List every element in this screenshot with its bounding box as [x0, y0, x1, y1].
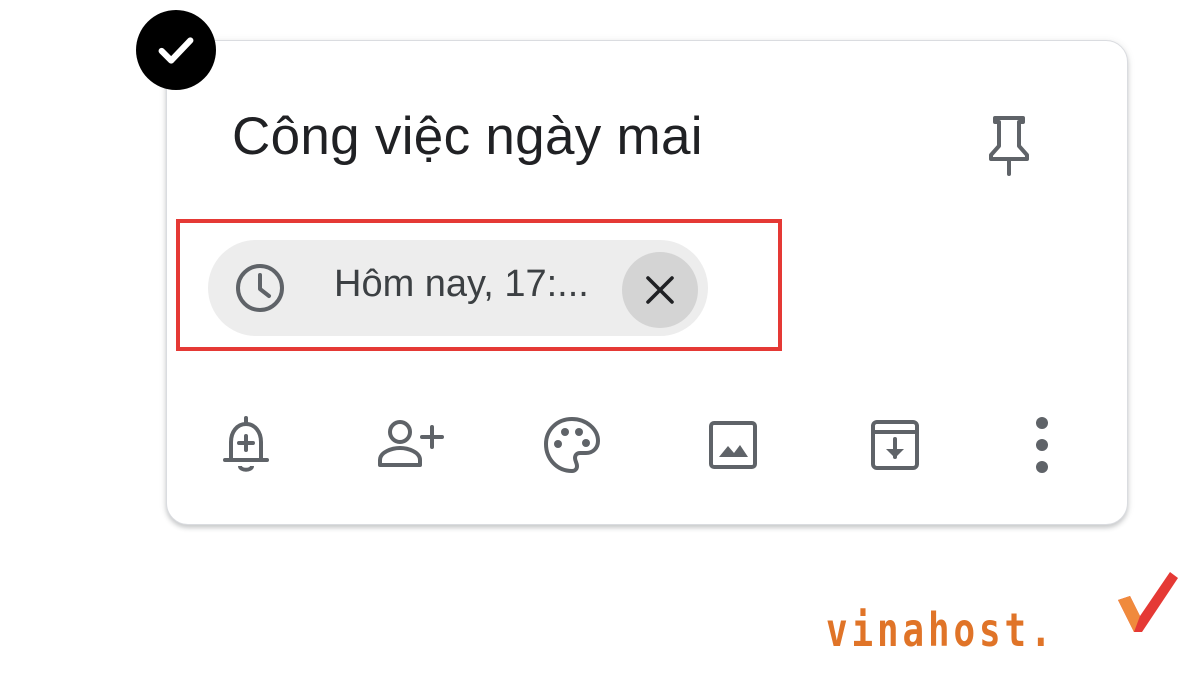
- select-note-check-icon[interactable]: [136, 10, 216, 90]
- close-icon: [646, 276, 674, 304]
- image-icon: [709, 421, 757, 469]
- reminder-chip-label: Hôm nay, 17:...: [334, 263, 589, 305]
- remove-reminder-button[interactable]: [622, 252, 698, 328]
- pin-icon: [989, 116, 1029, 176]
- note-title[interactable]: Công việc ngày mai: [232, 106, 703, 167]
- archive-button[interactable]: [855, 405, 935, 485]
- pin-note-button[interactable]: [972, 108, 1046, 182]
- clock-icon: [232, 260, 288, 316]
- palette-icon: [544, 417, 600, 473]
- vinahost-watermark: vinahost.: [826, 572, 1178, 660]
- more-options-button[interactable]: [1002, 405, 1082, 485]
- collaborator-button[interactable]: [370, 405, 450, 485]
- background-options-button[interactable]: [532, 405, 612, 485]
- add-image-button[interactable]: [693, 405, 773, 485]
- reminder-chip[interactable]: Hôm nay, 17:...: [208, 240, 708, 336]
- collaborator-icon: [378, 420, 444, 467]
- remind-me-icon: [223, 416, 269, 472]
- watermark-text: vinahost.: [826, 603, 1056, 657]
- more-vert-icon: [1036, 417, 1048, 473]
- archive-icon: [871, 420, 919, 470]
- checkmark-logo-icon: [1118, 572, 1178, 632]
- check-icon: [158, 37, 194, 64]
- remind-me-button[interactable]: [206, 405, 286, 485]
